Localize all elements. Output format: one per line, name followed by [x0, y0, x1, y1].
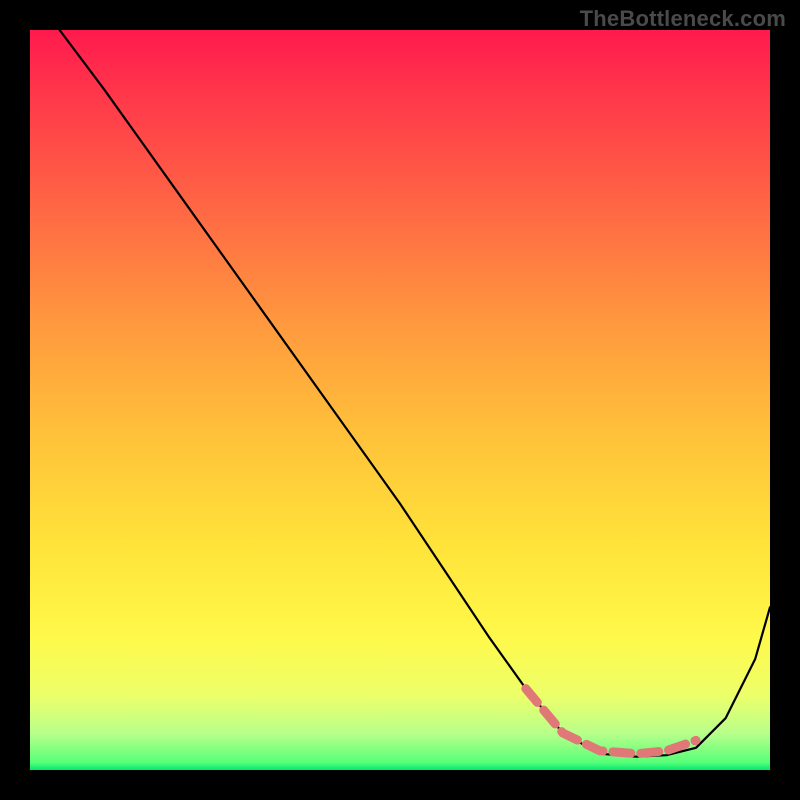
bottleneck-curve — [60, 30, 770, 757]
chart-canvas: TheBottleneck.com — [0, 0, 800, 800]
watermark-text: TheBottleneck.com — [580, 6, 786, 32]
plot-area — [30, 30, 770, 770]
optimal-range-marker — [526, 689, 696, 754]
chart-svg — [30, 30, 770, 770]
